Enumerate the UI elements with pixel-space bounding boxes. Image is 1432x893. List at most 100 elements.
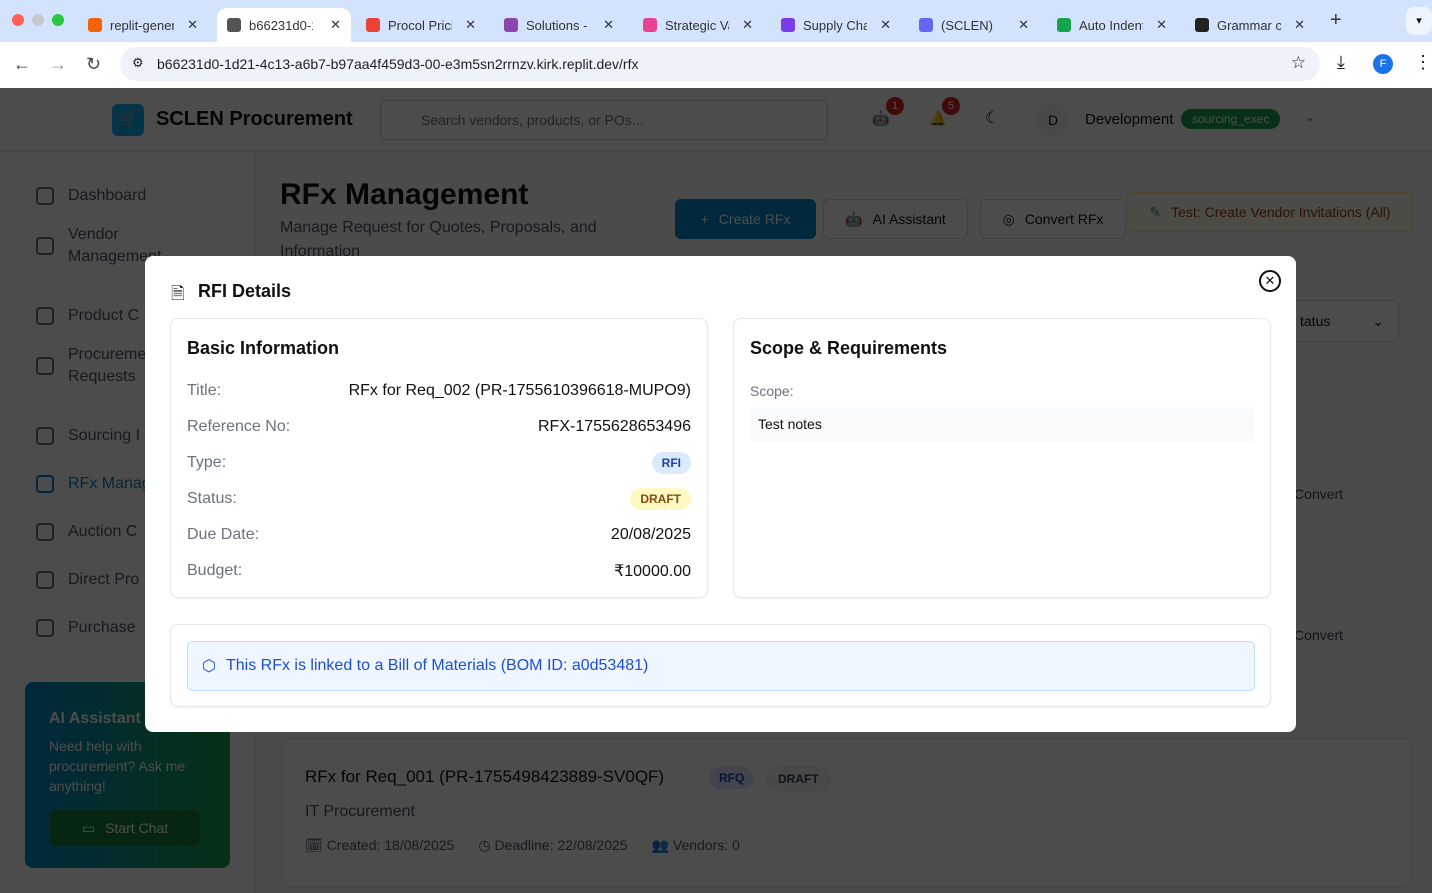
search-input[interactable]	[380, 100, 828, 140]
tab-favicon-icon	[504, 18, 518, 32]
bell-icon[interactable]: 🔔	[929, 110, 946, 127]
ai-card-title: AI Assistant	[49, 710, 141, 727]
sidebar-item-label: RFx Manag	[68, 475, 151, 492]
tab-close-icon[interactable]: ✕	[603, 17, 614, 33]
info-label: Status:	[187, 490, 237, 507]
browser-toolbar: ← → ↻ ⚙ b66231d0-1d21-4c13-a6b7-b97aa4f4…	[0, 42, 1432, 88]
pencil-icon: ✎	[1149, 203, 1162, 220]
url-text[interactable]: b66231d0-1d21-4c13-a6b7-b97aa4f459d3-00-…	[157, 56, 638, 72]
minimize-window-button[interactable]	[32, 14, 44, 26]
chat-icon: ▭	[81, 819, 96, 836]
start-chat-button[interactable]: ▭ Start Chat	[50, 810, 200, 846]
sidebar-item-label: Dashboard	[68, 187, 147, 204]
user-avatar[interactable]: D	[1036, 103, 1070, 137]
browser-tab[interactable]: b66231d0-1 ✕	[217, 8, 351, 42]
tab-title: (SCLEN)	[941, 17, 994, 33]
new-tab-button[interactable]: +	[1330, 9, 1342, 32]
info-row: Type: RFI	[187, 451, 691, 475]
info-label: Title:	[187, 382, 222, 399]
sidebar-item-icon	[36, 307, 54, 325]
info-row: Status: DRAFT	[187, 487, 691, 511]
address-bar[interactable]: ⚙ b66231d0-1d21-4c13-a6b7-b97aa4f459d3-0…	[120, 47, 1320, 81]
user-menu-chevron-icon[interactable]: ⌄	[1305, 110, 1315, 124]
bot-icon[interactable]: 🤖	[872, 110, 889, 127]
browser-menu-icon[interactable]: ⋮	[1414, 52, 1432, 73]
bom-link-notice: ⬡ This RFx is linked to a Bill of Materia…	[187, 641, 1255, 691]
forward-icon[interactable]: →	[49, 54, 67, 75]
sidebar-item-icon	[36, 187, 54, 205]
ai-assistant-button[interactable]: 🤖 AI Assistant	[823, 199, 968, 239]
chevron-down-icon: ⌄	[1372, 312, 1384, 329]
bom-notice-text: This RFx is linked to a Bill of Material…	[225, 657, 649, 674]
browser-tab[interactable]: (SCLEN) ✕	[909, 8, 1039, 42]
back-icon[interactable]: ←	[13, 54, 31, 75]
rfx-item-title[interactable]: RFx for Req_001 (PR-1755498423889-SV0QF)	[305, 767, 664, 787]
browser-tab[interactable]: Procol Pricir ✕	[356, 8, 486, 42]
tab-close-icon[interactable]: ✕	[880, 17, 891, 33]
maximize-window-button[interactable]	[52, 14, 64, 26]
tab-close-icon[interactable]: ✕	[330, 17, 341, 33]
convert-rfx-button[interactable]: ◎ Convert RFx	[980, 199, 1126, 239]
sidebar-item-icon	[36, 237, 54, 255]
sidebar-item[interactable]: Dashboard	[36, 185, 236, 207]
info-value: ₹10000.00	[614, 563, 691, 580]
browser-tab[interactable]: Solutions - I ✕	[494, 8, 624, 42]
scope-value: Test notes	[750, 407, 1255, 442]
close-window-button[interactable]	[12, 14, 24, 26]
create-rfx-label: Create RFx	[718, 211, 791, 227]
tab-title: Grammar cc	[1217, 17, 1281, 33]
tab-favicon-icon	[781, 18, 795, 32]
sidebar-item-icon	[36, 619, 54, 637]
notification-badge: 5	[942, 97, 960, 115]
tab-title: replit-gener	[110, 17, 174, 33]
bookmark-star-icon[interactable]: ☆	[1291, 53, 1306, 73]
status-filter-select[interactable]: tatus ⌄	[1285, 300, 1399, 342]
scope-heading: Scope & Requirements	[750, 338, 948, 358]
tab-close-icon[interactable]: ✕	[1018, 17, 1029, 33]
info-label: Due Date:	[187, 526, 260, 543]
site-settings-icon[interactable]: ⚙	[132, 55, 144, 71]
type-badge: RFI	[651, 452, 691, 474]
tab-title: Solutions - I	[526, 17, 590, 33]
download-icon[interactable]: ⤓	[1337, 52, 1345, 73]
tab-search-chevron-icon[interactable]: ▾	[1406, 7, 1432, 35]
sidebar-item-label: Direct Pro	[68, 571, 140, 588]
moon-icon[interactable]: ☾	[985, 108, 999, 128]
ai-card-text: Need help with procurement? Ask me anyth…	[49, 738, 186, 794]
tab-title: b66231d0-1	[249, 17, 313, 33]
plus-icon: +	[700, 211, 709, 227]
tab-title: Auto Indent	[1079, 17, 1143, 33]
browser-tab[interactable]: Auto Indent ✕	[1047, 8, 1177, 42]
rfx-meta: 🗓 Created: 18/08/2025 ◷ Deadline: 22/08/…	[305, 837, 740, 854]
sidebar-item-label: Sourcing I	[68, 427, 141, 444]
profile-avatar[interactable]: F	[1373, 54, 1393, 74]
browser-tab[interactable]: replit-gener ✕	[78, 8, 208, 42]
sidebar-item-icon	[36, 475, 54, 493]
browser-tab[interactable]: Grammar cc ✕	[1185, 8, 1315, 42]
tab-favicon-icon	[227, 18, 241, 32]
tab-close-icon[interactable]: ✕	[465, 17, 476, 33]
info-value: RFX-1755628653496	[537, 418, 691, 435]
status-filter-label: tatus	[1300, 313, 1331, 329]
scope-requirements-card: Scope & Requirements Scope: Test notes	[733, 318, 1271, 598]
close-icon[interactable]: ✕	[1259, 270, 1281, 292]
browser-tab[interactable]: Strategic Va ✕	[633, 8, 763, 42]
vendors-count: 👥 Vendors: 0	[651, 837, 740, 853]
tab-close-icon[interactable]: ✕	[1156, 17, 1167, 33]
tab-close-icon[interactable]: ✕	[742, 17, 753, 33]
status-badge: DRAFT	[630, 488, 691, 510]
rfi-details-dialog: 🗎 RFI Details ✕ Basic Information Title:…	[145, 256, 1296, 732]
environment-label: Development	[1085, 111, 1174, 128]
browser-tab[interactable]: Supply Chai ✕	[771, 8, 901, 42]
sidebar-item-icon	[36, 357, 54, 375]
tab-favicon-icon	[1057, 18, 1071, 32]
info-label: Reference No:	[187, 418, 291, 435]
test-vendor-invitations-button[interactable]: ✎ Test: Create Vendor Invitations (All)	[1127, 192, 1413, 232]
tab-close-icon[interactable]: ✕	[1294, 17, 1305, 33]
tab-title: Strategic Va	[665, 17, 729, 33]
browser-tab-bar: replit-gener ✕ b66231d0-1 ✕ Procol Pricir ✕ So…	[0, 0, 1432, 42]
create-rfx-button[interactable]: + Create RFx	[675, 199, 816, 239]
reload-icon[interactable]: ↻	[86, 54, 101, 75]
sidebar-item-icon	[36, 427, 54, 445]
tab-close-icon[interactable]: ✕	[187, 17, 198, 33]
